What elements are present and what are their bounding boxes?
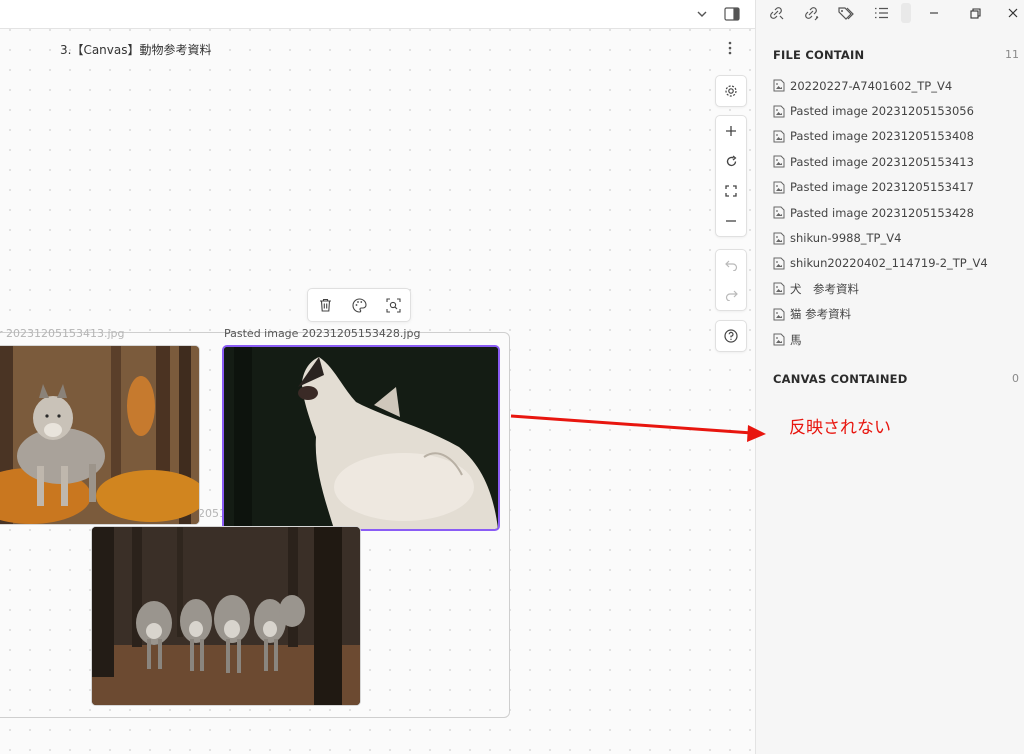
file-name: Pasted image 20231205153408 xyxy=(790,129,974,144)
image-file-icon xyxy=(773,181,785,194)
palette-icon xyxy=(351,297,367,313)
image-node-wolf-standing[interactable] xyxy=(0,345,200,525)
node-label: r 20231205153413.jpg xyxy=(0,327,125,340)
file-list-item[interactable]: Pasted image 20231205153408 xyxy=(773,124,1013,149)
fit-screen-icon xyxy=(725,185,737,197)
file-name: Pasted image 20231205153056 xyxy=(790,104,974,119)
image-file-icon xyxy=(773,105,785,118)
file-contain-list: 20220227-A7401602_TP_V4 Pasted image 2023… xyxy=(773,73,1013,352)
file-list-item[interactable]: 猫 参考資料 xyxy=(773,302,1013,327)
canvas-pane[interactable]: 3.【Canvas】動物参考資料 r 20231205153413.jpg Pa… xyxy=(0,0,755,754)
image-file-icon xyxy=(773,282,785,295)
help-group xyxy=(715,320,747,352)
undo-button[interactable] xyxy=(716,250,746,280)
plus-icon xyxy=(726,126,736,136)
file-name: Pasted image 20231205153428 xyxy=(790,205,974,220)
image-file-icon xyxy=(773,79,785,92)
file-name: 犬 参考資料 xyxy=(790,281,859,296)
file-list-item[interactable]: Pasted image 20231205153428 xyxy=(773,200,1013,225)
canvas-contained-count: 0 xyxy=(1012,372,1019,385)
file-name: shikun-9988_TP_V4 xyxy=(790,231,902,246)
reset-zoom-button[interactable] xyxy=(716,146,746,176)
outline-icon[interactable] xyxy=(871,3,891,23)
file-list-item[interactable]: 馬 xyxy=(773,327,1013,352)
sidebar-toolbar xyxy=(756,0,1024,26)
view-header xyxy=(0,0,755,29)
image-file-icon xyxy=(773,333,785,346)
history-controls xyxy=(715,249,747,311)
node-label-selected: Pasted image 20231205153428.jpg xyxy=(224,327,421,340)
trash-icon xyxy=(319,298,331,312)
annotation-note: 反映されない xyxy=(789,418,891,438)
image-node-wolf-howling[interactable] xyxy=(222,345,500,531)
wolf-pack-image xyxy=(92,527,360,705)
refresh-icon xyxy=(726,155,736,166)
wolf-standing-image xyxy=(0,346,199,524)
outgoing-links-icon[interactable] xyxy=(766,3,786,23)
file-list-item[interactable]: Pasted image 20231205153056 xyxy=(773,98,1013,123)
image-node-wolf-pack[interactable] xyxy=(91,526,361,706)
image-file-icon xyxy=(773,130,785,143)
image-file-icon xyxy=(773,257,785,270)
restore-icon[interactable] xyxy=(963,3,987,23)
help-button[interactable] xyxy=(716,321,746,351)
file-list-item[interactable]: shikun20220402_114719-2_TP_V4 xyxy=(773,251,1013,276)
canvas-title-row: 3.【Canvas】動物参考資料 xyxy=(0,30,755,66)
canvas-contained-heading: CANVAS CONTAINED xyxy=(773,372,908,386)
active-tab-icon[interactable] xyxy=(901,3,911,23)
file-name: 20220227-A7401602_TP_V4 xyxy=(790,78,953,93)
gear-icon xyxy=(725,85,737,97)
canvas-settings-group xyxy=(715,75,747,107)
close-icon[interactable] xyxy=(1001,3,1024,23)
zoom-controls xyxy=(715,115,747,237)
image-file-icon xyxy=(773,308,785,321)
file-list-item[interactable]: Pasted image 20231205153417 xyxy=(773,175,1013,200)
more-options-icon[interactable] xyxy=(722,38,738,58)
image-file-icon xyxy=(773,232,785,245)
tags-icon[interactable] xyxy=(836,3,856,23)
set-color-button[interactable] xyxy=(346,292,372,318)
minimize-icon[interactable] xyxy=(922,3,946,23)
undo-icon xyxy=(724,260,737,271)
right-sidebar: FILE CONTAIN 11 20220227-A7401602_TP_V4 P… xyxy=(755,0,1024,754)
file-contain-heading: FILE CONTAIN xyxy=(773,48,865,62)
redo-button[interactable] xyxy=(716,280,746,310)
file-list-item[interactable]: 20220227-A7401602_TP_V4 xyxy=(773,73,1013,98)
file-list-item[interactable]: Pasted image 20231205153413 xyxy=(773,149,1013,174)
image-file-icon xyxy=(773,206,785,219)
zoom-in-button[interactable] xyxy=(716,116,746,146)
zoom-selection-icon xyxy=(385,297,401,313)
node-toolbar xyxy=(307,288,411,322)
file-name: 馬 xyxy=(790,332,802,347)
zoom-to-selection-button[interactable] xyxy=(380,292,406,318)
redo-icon xyxy=(725,290,738,301)
minus-icon xyxy=(726,220,736,222)
delete-node-button[interactable] xyxy=(312,292,338,318)
file-contain-count: 11 xyxy=(1005,48,1019,61)
file-list-item[interactable]: 犬 参考資料 xyxy=(773,276,1013,301)
page-title: 3.【Canvas】動物参考資料 xyxy=(60,43,212,57)
file-name: Pasted image 20231205153417 xyxy=(790,180,974,195)
file-name: 猫 参考資料 xyxy=(790,307,852,322)
file-name: shikun20220402_114719-2_TP_V4 xyxy=(790,256,988,271)
file-list-item[interactable]: shikun-9988_TP_V4 xyxy=(773,225,1013,250)
settings-button[interactable] xyxy=(716,76,746,106)
zoom-out-button[interactable] xyxy=(716,206,746,236)
zoom-to-fit-button[interactable] xyxy=(716,176,746,206)
toggle-sidebar-icon[interactable] xyxy=(722,4,742,24)
help-icon xyxy=(724,329,738,343)
image-file-icon xyxy=(773,155,785,168)
file-name: Pasted image 20231205153413 xyxy=(790,154,974,169)
backlinks-icon[interactable] xyxy=(801,3,821,23)
wolf-howling-image xyxy=(224,347,498,529)
chevron-down-icon[interactable] xyxy=(692,4,712,24)
